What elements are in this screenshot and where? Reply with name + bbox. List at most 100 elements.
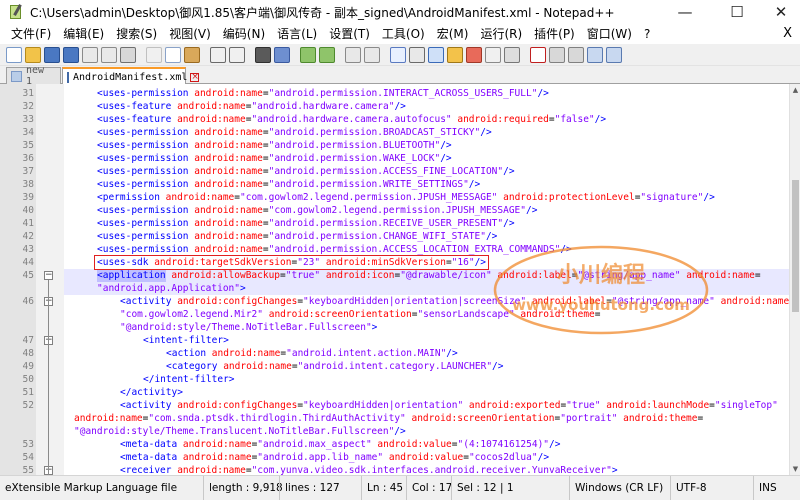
code-line[interactable]: 48 <action android:name="android.intent.a… — [0, 347, 789, 360]
code-text[interactable]: <uses-permission android:name="android.p… — [97, 126, 492, 139]
menu-view[interactable]: 视图(V) — [164, 24, 218, 44]
cut-icon[interactable] — [146, 46, 162, 63]
scrollbar-thumb[interactable] — [792, 180, 799, 312]
close-file-icon[interactable] — [82, 46, 98, 63]
copy-icon[interactable] — [165, 46, 181, 63]
print-icon[interactable] — [120, 46, 136, 63]
replace-icon[interactable] — [274, 46, 290, 63]
define-language-icon[interactable] — [447, 46, 463, 63]
sync-vertical-icon[interactable] — [345, 46, 361, 63]
zoom-in-icon[interactable] — [300, 46, 316, 63]
code-line[interactable]: 33 <uses-feature android:name="android.ha… — [0, 113, 789, 126]
menu-encoding[interactable]: 编码(N) — [218, 24, 272, 44]
code-text[interactable]: <uses-permission android:name="com.gowlo… — [97, 204, 537, 217]
find-icon[interactable] — [255, 46, 271, 63]
code-text[interactable]: "@android:style/Theme.Translucent.NoTitl… — [74, 425, 406, 438]
open-file-icon[interactable] — [25, 46, 41, 63]
code-text[interactable]: <uses-permission android:name="android.p… — [97, 178, 480, 191]
maximize-button[interactable]: ☐ — [714, 0, 760, 24]
code-text[interactable]: android:name="com.snda.ptsdk.thirdlogin.… — [74, 412, 703, 425]
code-text[interactable]: <uses-permission android:name="android.p… — [97, 165, 515, 178]
code-line[interactable]: 31 <uses-permission android:name="android… — [0, 87, 789, 100]
fold-toggle-icon[interactable]: − — [44, 271, 53, 280]
redo-icon[interactable] — [229, 46, 245, 63]
menu-plugins[interactable]: 插件(P) — [529, 24, 582, 44]
code-line[interactable]: android:name="com.snda.ptsdk.thirdlogin.… — [0, 412, 789, 425]
code-text[interactable]: <meta-data android:name="android.max_asp… — [120, 438, 560, 451]
status-insert-mode[interactable]: INS — [753, 476, 800, 500]
menu-help[interactable]: ? — [639, 24, 657, 44]
code-text[interactable]: <receiver android:name="com.yunva.video.… — [120, 464, 618, 475]
code-text[interactable]: "android.app.Application"> — [97, 282, 246, 295]
code-line[interactable]: 52 <activity android:configChanges="keybo… — [0, 399, 789, 412]
close-all-icon[interactable] — [101, 46, 117, 63]
close-window-button[interactable]: ✕ — [758, 0, 800, 24]
code-text[interactable]: <permission android:name="com.gowlom2.le… — [97, 191, 715, 204]
code-text[interactable]: </intent-filter> — [143, 373, 235, 386]
status-encoding[interactable]: UTF-8 — [670, 476, 753, 500]
code-line[interactable]: 50 </intent-filter> — [0, 373, 789, 386]
new-file-icon[interactable] — [6, 46, 22, 63]
code-text[interactable]: <uses-feature android:name="android.hard… — [97, 100, 406, 113]
menu-tools[interactable]: 工具(O) — [377, 24, 432, 44]
code-line[interactable]: 35 <uses-permission android:name="android… — [0, 139, 789, 152]
code-line[interactable]: 55 <receiver android:name="com.yunva.vide… — [0, 464, 789, 475]
zoom-out-icon[interactable] — [319, 46, 335, 63]
code-line[interactable]: 41 <uses-permission android:name="android… — [0, 217, 789, 230]
code-line[interactable]: 39 <permission android:name="com.gowlom2.… — [0, 191, 789, 204]
menu-run[interactable]: 运行(R) — [475, 24, 529, 44]
function-list-icon[interactable] — [485, 46, 501, 63]
code-text[interactable]: <uses-feature android:name="android.hard… — [97, 113, 606, 126]
code-text[interactable]: <meta-data android:name="android.app.lib… — [120, 451, 549, 464]
menu-file[interactable]: 文件(F) — [6, 24, 58, 44]
paste-icon[interactable] — [184, 46, 200, 63]
record-macro-icon[interactable] — [530, 46, 546, 63]
stop-recording-icon[interactable] — [549, 46, 565, 63]
code-text[interactable]: <uses-permission android:name="android.p… — [97, 217, 515, 230]
word-wrap-icon[interactable] — [390, 46, 406, 63]
document-map-icon[interactable] — [466, 46, 482, 63]
code-line[interactable]: 34 <uses-permission android:name="android… — [0, 126, 789, 139]
menu-macro[interactable]: 宏(M) — [432, 24, 476, 44]
code-line[interactable]: 36 <uses-permission android:name="android… — [0, 152, 789, 165]
menu-search[interactable]: 搜索(S) — [111, 24, 164, 44]
run-macro-multiple-icon[interactable] — [587, 46, 603, 63]
save-icon[interactable] — [44, 46, 60, 63]
code-line[interactable]: 49 <category android:name="android.intent… — [0, 360, 789, 373]
scroll-up-arrow-icon[interactable]: ▲ — [790, 84, 800, 96]
code-text[interactable]: <action android:name="android.intent.act… — [166, 347, 458, 360]
code-text[interactable]: <uses-permission android:name="android.p… — [97, 87, 549, 100]
code-line[interactable]: 51 </activity> — [0, 386, 789, 399]
code-line[interactable]: 53 <meta-data android:name="android.max_a… — [0, 438, 789, 451]
indent-guide-icon[interactable] — [428, 46, 444, 63]
menu-language[interactable]: 语言(L) — [272, 24, 324, 44]
editor-area[interactable]: 31 <uses-permission android:name="android… — [0, 84, 789, 475]
code-text[interactable]: <uses-permission android:name="android.p… — [97, 230, 497, 243]
code-text[interactable]: <category android:name="android.intent.c… — [166, 360, 504, 373]
code-line[interactable]: 32 <uses-feature android:name="android.ha… — [0, 100, 789, 113]
menu-window[interactable]: 窗口(W) — [582, 24, 639, 44]
status-eol[interactable]: Windows (CR LF) — [569, 476, 670, 500]
save-macro-icon[interactable] — [606, 46, 622, 63]
tab-androidmanifest[interactable]: AndroidManifest.xml × — [62, 67, 200, 85]
undo-icon[interactable] — [210, 46, 226, 63]
menu-settings[interactable]: 设置(T) — [324, 24, 377, 44]
menu-edit[interactable]: 编辑(E) — [58, 24, 111, 44]
code-text[interactable]: "@android:style/Theme.NoTitleBar.Fullscr… — [120, 321, 377, 334]
save-all-icon[interactable] — [63, 46, 79, 63]
code-line[interactable]: 40 <uses-permission android:name="com.gow… — [0, 204, 789, 217]
code-text[interactable]: <uses-sdk android:targetSdkVersion="23" … — [97, 256, 486, 269]
code-text[interactable]: <uses-permission android:name="android.p… — [97, 139, 452, 152]
code-line[interactable]: 54 <meta-data android:name="android.app.l… — [0, 451, 789, 464]
code-text[interactable]: <uses-permission android:name="android.p… — [97, 152, 452, 165]
tab-new-1[interactable]: new 1 — [6, 65, 61, 87]
code-line[interactable]: 38 <uses-permission android:name="android… — [0, 178, 789, 191]
code-text[interactable]: <activity android:configChanges="keyboar… — [120, 399, 778, 412]
scroll-down-arrow-icon[interactable]: ▼ — [790, 463, 800, 475]
code-line[interactable]: "@android:style/Theme.Translucent.NoTitl… — [0, 425, 789, 438]
code-line[interactable]: 37 <uses-permission android:name="android… — [0, 165, 789, 178]
sync-horizontal-icon[interactable] — [364, 46, 380, 63]
vertical-scrollbar[interactable]: ▲ ▼ — [789, 84, 800, 475]
show-all-characters-icon[interactable] — [409, 46, 425, 63]
close-document-icon[interactable]: X — [783, 24, 792, 44]
